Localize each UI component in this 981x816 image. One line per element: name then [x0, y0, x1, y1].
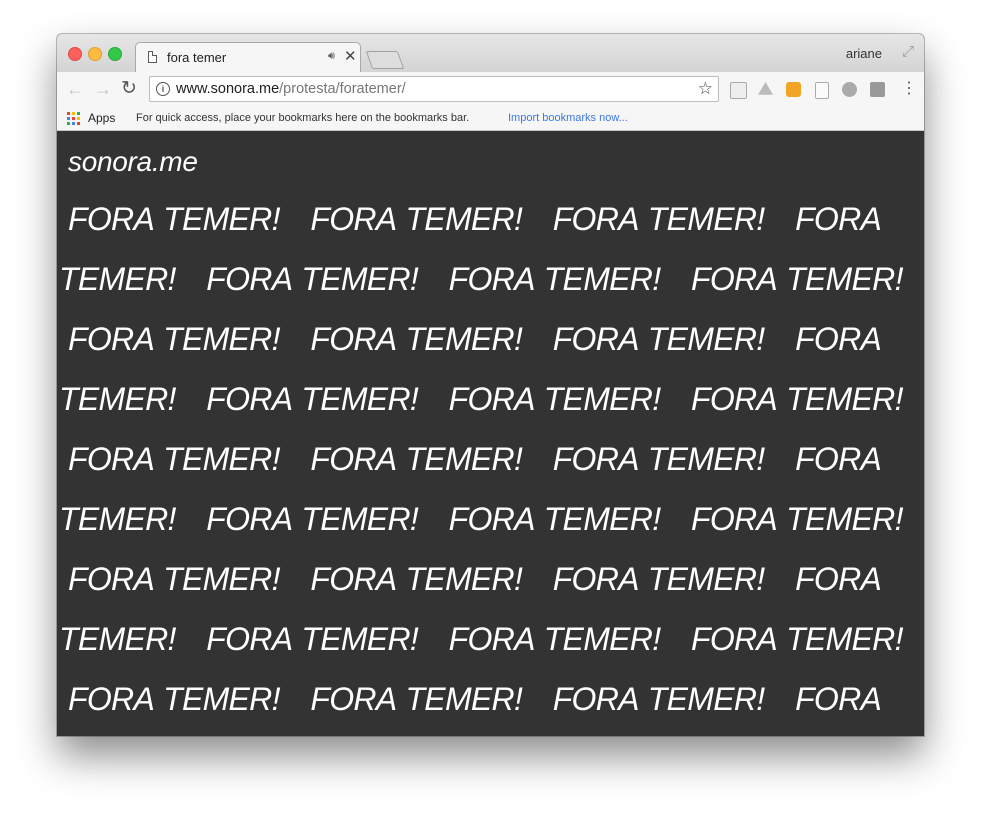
window-close-button[interactable]: [68, 47, 82, 61]
tab-title: fora temer: [167, 50, 227, 65]
forward-button[interactable]: →: [94, 78, 112, 100]
speaker-icon[interactable]: 🔊︎: [328, 50, 335, 63]
protest-line: FORA TEMER! FORA TEMER! FORA TEMER! FORA: [68, 321, 882, 357]
protest-line: FORA TEMER! FORA TEMER! FORA TEMER! FORA: [68, 561, 882, 597]
protest-line: TEMER! FORA TEMER! FORA TEMER! FORA TEME…: [59, 621, 903, 657]
extension-icon-3[interactable]: [786, 82, 801, 97]
drive-icon[interactable]: [758, 82, 773, 95]
protest-line: TEMER! FORA TEMER! FORA TEMER! FORA TEME…: [59, 261, 903, 297]
url-path: /protesta/foratemer/: [279, 81, 406, 97]
toolbar: ← → ↻ i www.sonora.me/protesta/foratemer…: [57, 72, 924, 108]
address-bar[interactable]: i www.sonora.me/protesta/foratemer/ ☆: [149, 76, 719, 102]
bookmarks-bar: Apps For quick access, place your bookma…: [57, 108, 924, 131]
browser-window: fora temer 🔊︎ ✕ ariane ⤢ ← → ↻ i www.son…: [57, 34, 924, 736]
profile-name[interactable]: ariane: [846, 46, 882, 61]
new-tab-button[interactable]: [365, 51, 405, 69]
fullscreen-icon[interactable]: ⤢: [902, 43, 914, 60]
bookmarks-hint: For quick access, place your bookmarks h…: [136, 112, 470, 124]
tab-fora-temer[interactable]: fora temer 🔊︎ ✕: [135, 42, 361, 72]
page-icon: [148, 51, 157, 63]
back-button[interactable]: ←: [66, 78, 84, 100]
info-icon[interactable]: i: [156, 82, 170, 96]
extension-icon-5[interactable]: [842, 82, 857, 97]
import-bookmarks-link[interactable]: Import bookmarks now...: [508, 112, 628, 124]
protest-line: FORA TEMER! FORA TEMER! FORA TEMER! FORA: [68, 201, 882, 237]
apps-link[interactable]: Apps: [88, 111, 115, 125]
protest-line: FORA TEMER! FORA TEMER! FORA TEMER! FORA: [68, 441, 882, 477]
apps-icon[interactable]: [67, 112, 80, 125]
protest-line: FORA TEMER! FORA TEMER! FORA TEMER! FORA: [68, 681, 882, 717]
site-title: sonora.me: [68, 146, 198, 177]
protest-line: TEMER! FORA TEMER! FORA TEMER! FORA TEME…: [59, 381, 903, 417]
extension-icon-6[interactable]: [870, 82, 885, 97]
url-text[interactable]: www.sonora.me/protesta/foratemer/: [176, 81, 406, 97]
menu-icon[interactable]: ⋮: [901, 78, 917, 100]
close-icon[interactable]: ✕: [344, 47, 357, 67]
document-icon[interactable]: [815, 82, 829, 99]
window-minimize-button[interactable]: [88, 47, 102, 61]
protest-line: TEMER! FORA TEMER! FORA TEMER! FORA TEME…: [59, 501, 903, 537]
bookmark-star-icon[interactable]: ☆: [698, 79, 713, 99]
url-host: www.sonora.me: [176, 81, 280, 97]
reload-button[interactable]: ↻: [121, 78, 137, 100]
window-maximize-button[interactable]: [108, 47, 122, 61]
tab-strip: fora temer 🔊︎ ✕ ariane ⤢: [57, 34, 924, 72]
extension-icon-1[interactable]: [730, 82, 747, 99]
page-content: sonora.me FORA TEMER! FORA TEMER! FORA T…: [57, 131, 924, 736]
